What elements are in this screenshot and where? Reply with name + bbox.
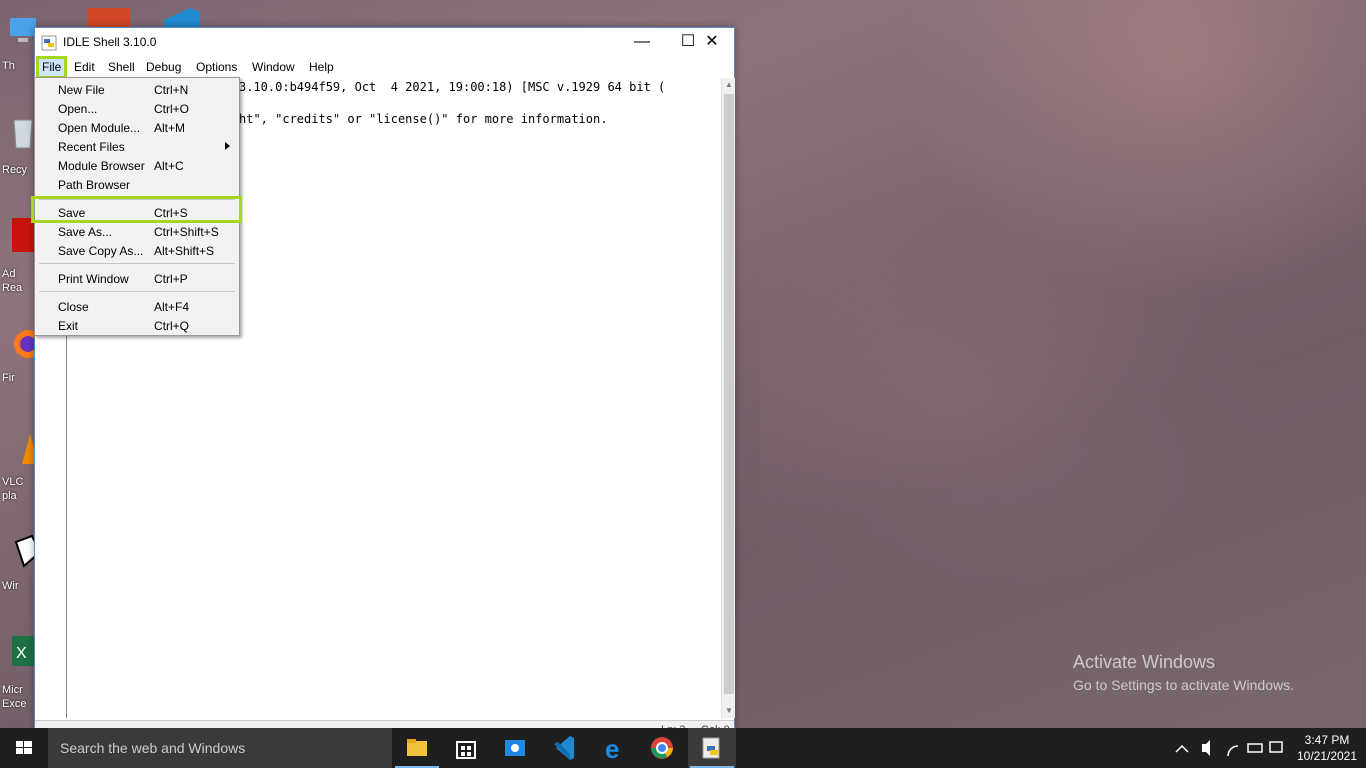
taskbar: Search the web and Windows e 3:47 PM 10/… [0,728,1366,768]
edge-icon: e [605,734,619,764]
svg-text:e: e [605,734,619,764]
shell-line: ht", "credits" or "license()" for more i… [239,112,608,126]
window-title: IDLE Shell 3.10.0 [63,35,157,49]
close-button[interactable]: ✕ [689,28,735,56]
activate-windows-title: Activate Windows [1073,652,1216,672]
taskbar-clock[interactable]: 3:47 PM 10/21/2021 [1294,732,1360,764]
file-explorer-icon [407,739,427,756]
menu-bar: File Edit Shell Debug Options Window Hel… [35,56,734,79]
menu-options[interactable]: Options [193,59,240,76]
menu-item-path-browser[interactable]: Path Browser [35,175,239,194]
activate-windows-subtitle: Go to Settings to activate Windows. [1073,677,1294,693]
menu-separator [39,263,235,264]
taskbar-search-box[interactable]: Search the web and Windows [48,728,392,768]
taskbar-photos[interactable] [491,728,539,768]
menu-item-exit[interactable]: Exit Ctrl+Q [35,316,239,335]
python-icon [41,35,57,51]
svg-text:X: X [16,645,27,662]
menu-help[interactable]: Help [306,59,337,76]
python-idle-icon [702,737,720,759]
menu-edit[interactable]: Edit [71,59,98,76]
clock-date: 10/21/2021 [1296,749,1358,763]
menu-item-close[interactable]: Close Alt+F4 [35,297,239,316]
wifi-icon [1227,745,1239,757]
scroll-up-icon[interactable]: ▲ [722,78,736,92]
title-bar[interactable]: IDLE Shell 3.10.0 — ☐ ✕ [35,28,734,56]
notification-icon [1269,741,1283,753]
menu-debug[interactable]: Debug [143,59,184,76]
shell-line: 3.10.0:b494f59, Oct 4 2021, 19:00:18) [M… [239,80,666,94]
menu-item-recent-files[interactable]: Recent Files [35,137,239,156]
menu-item-module-browser[interactable]: Module Browser Alt+C [35,156,239,175]
menu-file[interactable]: File [35,56,68,79]
menu-item-save-as[interactable]: Save As... Ctrl+Shift+S [35,222,239,241]
taskbar-chrome[interactable] [638,728,686,768]
menu-separator [39,291,235,292]
save-highlight-box [31,196,242,223]
photos-icon [505,740,525,756]
menu-item-save-copy-as[interactable]: Save Copy As... Alt+Shift+S [35,241,239,260]
wallpaper-glow [760,200,1260,600]
system-tray [1174,728,1286,768]
menu-window[interactable]: Window [249,59,298,76]
battery-icon [1247,743,1263,753]
search-placeholder: Search the web and Windows [60,740,246,756]
start-button[interactable] [0,728,48,768]
tray-icons [1175,740,1283,757]
menu-item-new-file[interactable]: New File Ctrl+N [35,80,239,99]
taskbar-store[interactable] [442,728,490,768]
taskbar-vscode[interactable] [540,728,588,768]
minimize-button[interactable]: — [619,28,665,56]
store-icon [456,741,476,759]
vertical-scrollbar[interactable]: ▲ ▼ [721,78,735,718]
scroll-down-icon[interactable]: ▼ [722,704,736,718]
taskbar-edge[interactable]: e [589,728,637,768]
chrome-icon [651,737,673,759]
windows-logo-icon [16,741,32,754]
menu-item-print-window[interactable]: Print Window Ctrl+P [35,269,239,288]
menu-item-open-module[interactable]: Open Module... Alt+M [35,118,239,137]
submenu-arrow-icon [225,142,230,150]
taskbar-python-idle[interactable] [688,728,736,768]
taskbar-file-explorer[interactable] [393,728,441,768]
vscode-icon [554,736,574,760]
menu-item-open[interactable]: Open... Ctrl+O [35,99,239,118]
menu-shell[interactable]: Shell [105,59,138,76]
volume-icon [1202,740,1210,756]
scrollbar-thumb[interactable] [724,94,734,694]
clock-time: 3:47 PM [1304,733,1350,747]
chevron-up-icon [1175,744,1189,753]
